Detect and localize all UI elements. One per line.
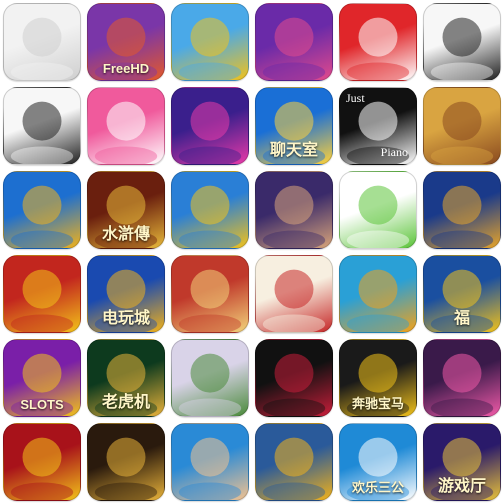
app-artwork-icon	[346, 353, 410, 416]
app-icon-water-margin[interactable]: 水滸傳	[87, 171, 165, 249]
app-icon-guitar-free-hd[interactable]: FreeHD	[87, 3, 165, 81]
app-artwork-icon	[262, 185, 326, 248]
app-icon-fortune-cards[interactable]: 福	[423, 255, 501, 333]
app-icon-piano-tiles-note[interactable]	[171, 87, 249, 165]
app-icon-just-piano[interactable]: Just Piano	[339, 87, 417, 165]
app-icon-headphone-girl-pink[interactable]	[87, 87, 165, 165]
app-artwork-icon	[178, 353, 242, 416]
app-icon-slots-777[interactable]: SLOTS	[3, 339, 81, 417]
app-artwork-icon	[262, 101, 326, 164]
app-artwork-icon	[94, 269, 158, 332]
app-artwork-icon	[346, 101, 410, 164]
app-icon-lion-cards-hat[interactable]	[171, 171, 249, 249]
app-icon-cards-calligraphy[interactable]	[255, 255, 333, 333]
app-icon-cow-cards[interactable]	[255, 423, 333, 501]
app-artwork-icon	[346, 437, 410, 500]
app-artwork-icon	[10, 17, 74, 80]
app-icon-lady-cards[interactable]	[255, 171, 333, 249]
app-icon-happy-three-cards[interactable]: 欢乐三公	[339, 423, 417, 501]
app-artwork-icon	[346, 17, 410, 80]
app-icon-lion-casino[interactable]	[423, 171, 501, 249]
app-icon-king-cards[interactable]	[171, 255, 249, 333]
app-icon-game-hall[interactable]: 游戏厅	[423, 423, 501, 501]
app-artwork-icon	[10, 185, 74, 248]
app-icon-coin-pusher[interactable]	[3, 255, 81, 333]
app-icon-yellow-creature-piano[interactable]	[171, 3, 249, 81]
app-icon-lion-arcade[interactable]: 电玩城	[87, 255, 165, 333]
app-icon-rage-face-skeptical[interactable]	[3, 87, 81, 165]
app-icon-mahjong-girl-blonde[interactable]	[171, 339, 249, 417]
app-artwork-icon	[262, 353, 326, 416]
app-artwork-icon	[262, 17, 326, 80]
app-artwork-icon	[94, 101, 158, 164]
app-icon-cartoon-man-cards[interactable]	[171, 423, 249, 501]
app-artwork-icon	[346, 185, 410, 248]
app-artwork-icon	[262, 437, 326, 500]
app-artwork-icon	[178, 437, 242, 500]
app-icon-benz-bmw[interactable]: 奔驰宝马	[339, 339, 417, 417]
app-artwork-icon	[430, 353, 494, 416]
app-icon-golden-fish[interactable]	[3, 171, 81, 249]
app-artwork-icon	[178, 269, 242, 332]
app-artwork-icon	[10, 437, 74, 500]
app-icon-chat-room-2[interactable]: 聊天室	[255, 87, 333, 165]
app-icon-mahjong-girl-dark[interactable]	[255, 339, 333, 417]
app-artwork-icon	[10, 101, 74, 164]
app-artwork-icon	[10, 353, 74, 416]
app-artwork-icon	[430, 269, 494, 332]
app-icon-rage-face-smirk[interactable]	[423, 3, 501, 81]
app-icon-sketch-massage[interactable]	[3, 3, 81, 81]
app-icon-animal-party[interactable]	[339, 255, 417, 333]
app-icon-red-777[interactable]	[3, 423, 81, 501]
app-artwork-icon	[94, 437, 158, 500]
app-artwork-icon	[94, 353, 158, 416]
app-artwork-icon	[262, 269, 326, 332]
app-icon-cups-red[interactable]	[339, 3, 417, 81]
app-artwork-icon	[178, 17, 242, 80]
app-artwork-icon	[94, 185, 158, 248]
app-icon-grin-face[interactable]	[423, 87, 501, 165]
app-icon-tiger-machine[interactable]: 老虎机	[87, 339, 165, 417]
app-icon-beibei-brown[interactable]	[87, 423, 165, 501]
app-icon-headphone-girl-purple[interactable]	[255, 3, 333, 81]
app-icon-grid: FreeHD 聊天室 Just Piano 水滸傳 电玩城 福 SLOTS 老虎机 奔驰宝马 欢乐三…	[0, 0, 504, 504]
app-artwork-icon	[94, 17, 158, 80]
app-artwork-icon	[346, 269, 410, 332]
app-artwork-icon	[430, 437, 494, 500]
app-artwork-icon	[10, 269, 74, 332]
app-artwork-icon	[178, 185, 242, 248]
app-icon-pink-hair-girl[interactable]	[423, 339, 501, 417]
app-artwork-icon	[430, 185, 494, 248]
app-artwork-icon	[430, 101, 494, 164]
app-artwork-icon	[178, 101, 242, 164]
app-artwork-icon	[430, 17, 494, 80]
app-icon-green-smile-cards[interactable]	[339, 171, 417, 249]
